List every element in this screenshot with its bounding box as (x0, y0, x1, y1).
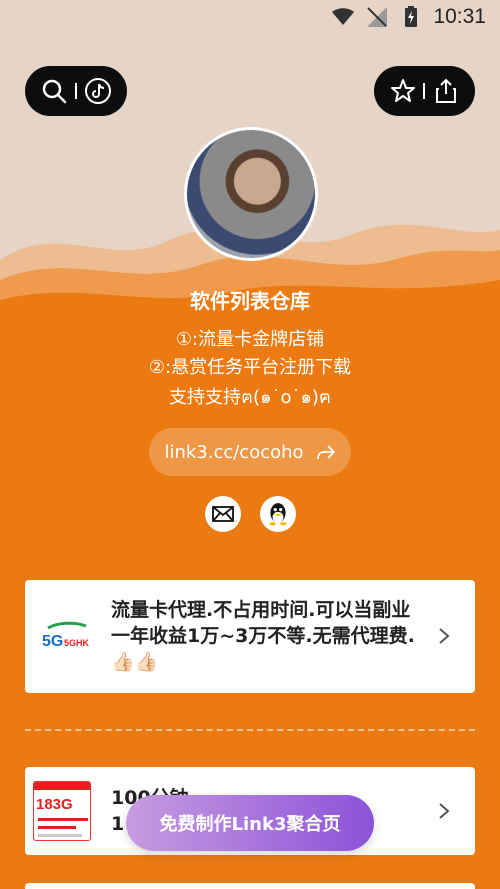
separator (423, 83, 426, 99)
chevron-right-icon (439, 628, 450, 644)
separator (74, 83, 77, 99)
share-icon[interactable] (432, 77, 460, 105)
svg-text:5G: 5G (42, 633, 63, 650)
avatar (184, 127, 318, 261)
create-link3-button[interactable]: 免费制作Link3聚合页 (126, 795, 374, 851)
mail-button[interactable] (205, 496, 241, 532)
battery-charging-icon (405, 6, 418, 27)
svg-text:5GHK: 5GHK (64, 638, 90, 648)
profile-line-2: ②:悬赏任务平台注册下载 (148, 357, 352, 378)
5ghk-logo-icon: 5G 5GHK (42, 621, 90, 650)
star-icon[interactable] (389, 77, 417, 105)
profile-link-text: link3.cc/cocoho (164, 441, 304, 463)
link-card[interactable]: 5G 5GHK 流量卡代理.不占用时间.可以当副业一年收益1万~3万不等.无需代… (25, 580, 475, 693)
profile-line-3: 支持支持ฅ(๑˙o˙๑)ฅ (169, 387, 331, 408)
status-bar: 10:31 (0, 0, 500, 34)
wifi-icon (332, 8, 355, 25)
qq-button[interactable] (260, 496, 296, 532)
divider (25, 729, 475, 731)
clock: 10:31 (433, 5, 486, 28)
mail-icon (212, 506, 234, 522)
profile-title: 软件列表仓库 (190, 289, 310, 313)
sim-card-thumbnail: 183G (33, 781, 91, 841)
chevron-right-icon (439, 803, 450, 819)
link-card[interactable] (25, 883, 475, 889)
top-right-actions (374, 66, 475, 116)
tiktok-icon[interactable] (84, 77, 112, 105)
no-signal-icon (367, 7, 388, 27)
link-card-text: 流量卡代理.不占用时间.可以当副业一年收益1万~3万不等.无需代理费.👍🏻👍🏻 (111, 599, 415, 673)
qq-icon (269, 503, 287, 526)
profile-link[interactable]: link3.cc/cocoho (149, 428, 351, 476)
search-icon[interactable] (40, 77, 68, 105)
profile-line-1: ①:流量卡金牌店铺 (175, 329, 325, 350)
top-left-actions (25, 66, 127, 116)
forward-share-icon (316, 445, 335, 460)
